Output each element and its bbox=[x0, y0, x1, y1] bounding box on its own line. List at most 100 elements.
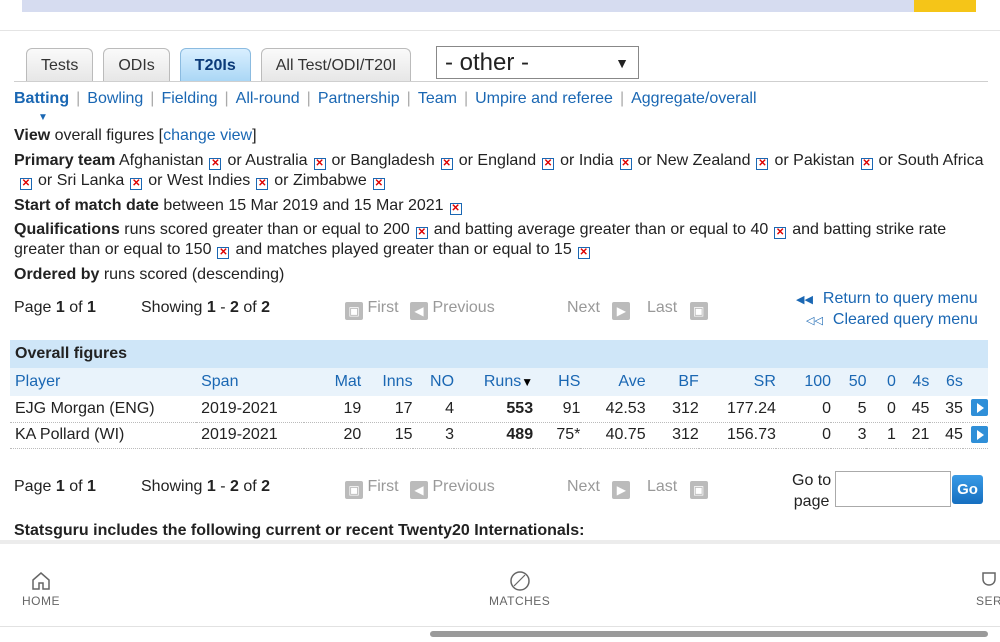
tab-odis[interactable]: ODIs bbox=[103, 48, 170, 82]
nav-separator: | bbox=[619, 90, 625, 107]
col-span[interactable]: Span bbox=[196, 368, 305, 396]
arrow-left-icon: ◀ bbox=[410, 481, 428, 499]
subnav-fielding[interactable]: Fielding bbox=[161, 90, 217, 107]
return-query-link[interactable]: ◀◀ Return to query menu bbox=[796, 290, 978, 308]
subnav-batting[interactable]: Batting bbox=[14, 90, 69, 107]
or-text: or bbox=[38, 172, 53, 189]
remove-icon[interactable]: ✕ bbox=[619, 158, 632, 170]
stats-note: Statsguru includes the following current… bbox=[14, 522, 585, 539]
showing-total: 2 bbox=[261, 478, 271, 495]
subnav-all-round[interactable]: All-round bbox=[236, 90, 300, 107]
remove-icon[interactable]: ✕ bbox=[449, 203, 462, 215]
subnav-partnership[interactable]: Partnership bbox=[318, 90, 400, 107]
remove-icon[interactable]: ✕ bbox=[130, 178, 143, 190]
first-icon: ▣ bbox=[345, 302, 363, 320]
subnav-team[interactable]: Team bbox=[418, 90, 457, 107]
cell-bf: 312 bbox=[645, 422, 699, 449]
col-50[interactable]: 50 bbox=[831, 368, 867, 396]
remove-icon[interactable]: ✕ bbox=[774, 227, 787, 239]
first-label: First bbox=[367, 478, 399, 495]
nav-home-label: HOME bbox=[22, 594, 60, 608]
col-6s[interactable]: 6s bbox=[929, 368, 963, 396]
remove-icon[interactable]: ✕ bbox=[217, 247, 230, 259]
cell-mat: 19 bbox=[304, 396, 362, 423]
page-number: 1 bbox=[55, 299, 65, 316]
cell-runs: 553 bbox=[454, 396, 534, 423]
results-table: Overall figures Player Span Mat Inns NO … bbox=[10, 340, 988, 449]
col-0[interactable]: 0 bbox=[866, 368, 896, 396]
col-sr[interactable]: SR bbox=[698, 368, 776, 396]
remove-icon[interactable]: ✕ bbox=[256, 178, 269, 190]
previous-button[interactable]: ◀ Previous bbox=[410, 299, 495, 320]
ball-icon bbox=[509, 571, 530, 591]
first-button[interactable]: ▣ First bbox=[345, 299, 399, 320]
showing-total: 2 bbox=[261, 299, 271, 316]
col-runs[interactable]: Runs▼ bbox=[454, 368, 534, 396]
subnav-aggregate[interactable]: Aggregate/overall bbox=[631, 90, 756, 107]
cleared-query-link[interactable]: ◁◁ Cleared query menu bbox=[806, 311, 978, 329]
remove-icon[interactable]: ✕ bbox=[440, 158, 453, 170]
home-indicator bbox=[430, 631, 988, 637]
col-no[interactable]: NO bbox=[412, 368, 455, 396]
play-icon[interactable] bbox=[971, 425, 988, 443]
subnav-bowling[interactable]: Bowling bbox=[87, 90, 143, 107]
progress-accent bbox=[914, 0, 976, 12]
and-text: and bbox=[235, 241, 263, 258]
tab-tests[interactable]: Tests bbox=[26, 48, 94, 82]
showing-to: 2 bbox=[229, 478, 239, 495]
player-name[interactable]: KA Pollard (WI) bbox=[10, 422, 197, 449]
col-player[interactable]: Player bbox=[10, 368, 197, 396]
col-4s[interactable]: 4s bbox=[895, 368, 930, 396]
date-label: Start of match date bbox=[14, 197, 159, 214]
chevron-down-icon: ▼ bbox=[615, 55, 629, 71]
remove-icon[interactable]: ✕ bbox=[20, 178, 32, 190]
remove-icon[interactable]: ✕ bbox=[209, 158, 222, 170]
qualification-text: batting strike bbox=[823, 221, 915, 238]
qualification-text: runs scored greater than or equal to 200 bbox=[124, 221, 410, 238]
next-button[interactable]: Next ▶ bbox=[567, 299, 631, 320]
col-hs[interactable]: HS bbox=[533, 368, 581, 396]
of-text: of bbox=[243, 478, 257, 495]
col-bf[interactable]: BF bbox=[645, 368, 699, 396]
and-text: and bbox=[433, 221, 461, 238]
remove-icon[interactable]: ✕ bbox=[415, 227, 428, 239]
last-button[interactable]: Last ▣ bbox=[647, 299, 708, 320]
remove-icon[interactable]: ✕ bbox=[577, 247, 590, 259]
goto-page-input[interactable] bbox=[835, 471, 951, 507]
total-pages: 1 bbox=[86, 299, 96, 316]
team-name: Pakistan bbox=[793, 152, 855, 169]
first-button[interactable]: ▣ First bbox=[345, 478, 399, 499]
nav-matches[interactable]: MATCHES bbox=[489, 570, 550, 608]
remove-icon[interactable]: ✕ bbox=[860, 158, 873, 170]
nav-series-label: SER bbox=[976, 594, 1000, 608]
tab-all-formats[interactable]: All Test/ODI/T20I bbox=[260, 48, 412, 82]
change-view-link[interactable]: change view bbox=[163, 127, 252, 144]
remove-icon[interactable]: ✕ bbox=[313, 158, 326, 170]
play-icon[interactable] bbox=[971, 399, 988, 417]
divider bbox=[0, 30, 1000, 31]
showing-indicator: Showing 1 - 2 of 2 bbox=[141, 478, 270, 496]
col-ave[interactable]: Ave bbox=[580, 368, 646, 396]
last-button[interactable]: Last ▣ bbox=[647, 478, 708, 499]
nav-series[interactable]: SER bbox=[976, 570, 1000, 608]
previous-button[interactable]: ◀ Previous bbox=[410, 478, 495, 499]
remove-icon[interactable]: ✕ bbox=[372, 178, 385, 190]
of-text: of bbox=[69, 299, 83, 316]
cell-50: 5 bbox=[831, 396, 867, 423]
tab-t20is[interactable]: T20Is bbox=[179, 48, 251, 82]
col-inns[interactable]: Inns bbox=[361, 368, 413, 396]
nav-separator: | bbox=[224, 90, 229, 107]
tabs-divider bbox=[14, 81, 988, 82]
go-button[interactable]: Go bbox=[952, 475, 983, 504]
other-format-select[interactable]: - other - ▼ bbox=[436, 46, 639, 79]
nav-home[interactable]: HOME bbox=[22, 570, 60, 608]
subnav-umpire-referee[interactable]: Umpire and referee bbox=[475, 90, 613, 107]
remove-icon[interactable]: ✕ bbox=[756, 158, 769, 170]
last-label: Last bbox=[647, 478, 678, 495]
player-name[interactable]: EJG Morgan (ENG) bbox=[10, 396, 197, 423]
next-button[interactable]: Next ▶ bbox=[567, 478, 631, 499]
remove-icon[interactable]: ✕ bbox=[542, 158, 555, 170]
nav-separator: | bbox=[76, 90, 81, 107]
col-mat[interactable]: Mat bbox=[304, 368, 362, 396]
col-100[interactable]: 100 bbox=[775, 368, 832, 396]
